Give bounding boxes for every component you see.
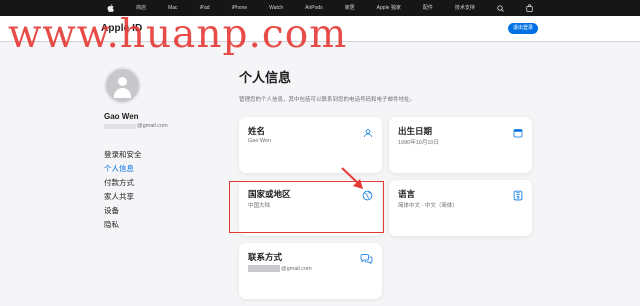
- card-language-title: 语言: [398, 189, 416, 199]
- page-description: 管理您的个人信息，其中包括可以联系到您的电话号码和电子邮件地址。: [239, 97, 416, 103]
- nav-item-apple-exclusive[interactable]: Apple 独家: [366, 0, 412, 16]
- book-icon: [513, 188, 523, 206]
- card-birthday[interactable]: 出生日期 1990年10月10日: [389, 117, 532, 173]
- sidebar-item-payment[interactable]: 付款方式: [104, 176, 214, 190]
- annotation-arrow-icon: [341, 167, 363, 189]
- card-name[interactable]: 姓名 Gao Wen: [239, 117, 382, 173]
- card-contact-value: @gmail.com: [248, 265, 312, 272]
- sidebar-item-sign-in-security[interactable]: 登录和安全: [104, 148, 214, 162]
- main-content: 个人信息 管理您的个人信息，其中包括可以联系到您的电话号码和电子邮件地址。: [239, 67, 539, 103]
- sidebar-menu: 登录和安全 个人信息 付款方式 家人共享 设备 隐私: [104, 148, 214, 232]
- user-name: Gao Wen: [104, 112, 139, 121]
- bag-icon[interactable]: [515, 4, 544, 12]
- person-icon: [363, 125, 373, 143]
- watermark: www.huanp.com: [8, 12, 348, 57]
- user-email-suffix: @gmail.com: [137, 123, 168, 129]
- card-birthday-title: 出生日期: [398, 126, 433, 136]
- card-name-title: 姓名: [248, 126, 266, 136]
- apple-logo-icon[interactable]: [96, 4, 125, 12]
- contact-redaction: [248, 265, 280, 272]
- avatar-head-shape: [118, 77, 127, 86]
- nav-item-support[interactable]: 技术支持: [444, 0, 486, 16]
- sidebar-item-devices[interactable]: 设备: [104, 204, 214, 218]
- sidebar: Gao Wen @gmail.com 登录和安全 个人信息 付款方式 家人共享 …: [104, 67, 214, 232]
- card-contact[interactable]: 联系方式 @gmail.com: [239, 243, 382, 299]
- page-title: 个人信息: [239, 70, 292, 85]
- card-name-value: Gao Wen: [248, 138, 272, 144]
- chat-bubbles-icon: [360, 251, 373, 269]
- nav-item-accessories[interactable]: 配件: [412, 0, 444, 16]
- sidebar-item-family-sharing[interactable]: 家人共享: [104, 190, 214, 204]
- user-email: @gmail.com: [104, 123, 214, 129]
- card-language-value: 简体中文 - 中文（简体）: [398, 203, 458, 209]
- sidebar-item-personal-info[interactable]: 个人信息: [104, 162, 214, 176]
- calendar-icon: [513, 125, 523, 143]
- card-birthday-value: 1990年10月10日: [398, 140, 439, 146]
- card-language[interactable]: 语言 简体中文 - 中文（简体）: [389, 180, 532, 236]
- search-icon[interactable]: [486, 4, 515, 12]
- avatar-body-shape: [114, 88, 131, 98]
- email-redaction: [104, 123, 136, 129]
- sign-out-button[interactable]: 退出登录: [507, 23, 538, 34]
- card-contact-title: 联系方式: [248, 252, 283, 262]
- sidebar-item-privacy[interactable]: 隐私: [104, 218, 214, 232]
- card-contact-email-suffix: @gmail.com: [281, 265, 312, 272]
- avatar[interactable]: [104, 67, 141, 104]
